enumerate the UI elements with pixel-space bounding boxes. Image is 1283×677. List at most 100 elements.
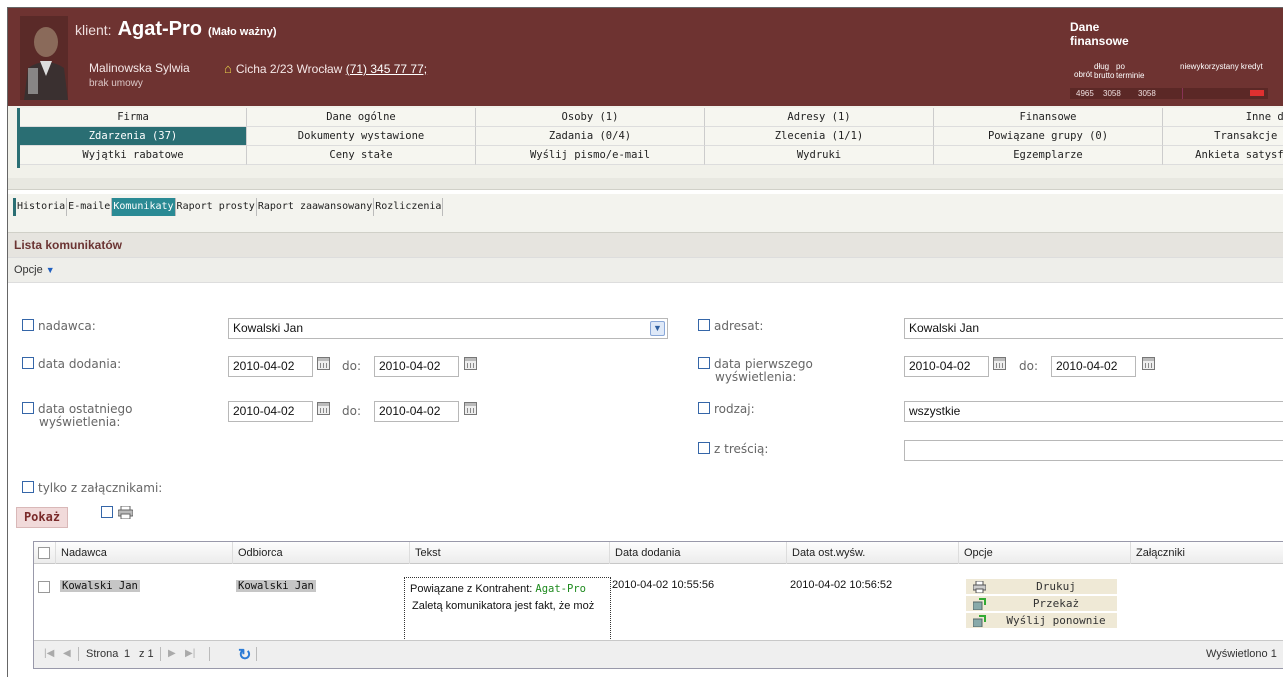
filter-data-ostatniego[interactable]: data ostatniego wyświetlenia: <box>22 402 132 429</box>
show-button[interactable]: Pokaż <box>16 507 68 528</box>
calendar-icon[interactable] <box>1142 357 1155 370</box>
nav-finansowe[interactable]: Finansowe <box>934 108 1163 127</box>
chevron-down-icon[interactable]: ▼ <box>650 321 665 336</box>
row-checkbox[interactable] <box>38 581 50 593</box>
data-pierwszego-from-input[interactable]: 2010-04-02 <box>904 356 989 377</box>
print-message-button[interactable]: Drukuj <box>966 579 1117 595</box>
finance-values: 4965 3058 3058 <box>1070 88 1268 99</box>
phone-link[interactable]: (71) 345 77 77; <box>346 62 427 76</box>
displayed-count: Wyświetlono 1 <box>1206 648 1277 660</box>
nav-wydruki[interactable]: Wydruki <box>705 146 934 165</box>
options-menu[interactable]: Opcje ▼ <box>8 257 1283 283</box>
tab-raport-prosty[interactable]: Raport prosty <box>176 198 257 216</box>
z-trescia-input[interactable] <box>904 440 1283 461</box>
nav-egzemplarze[interactable]: Egzemplarze <box>934 146 1163 165</box>
data-ostatniego-checkbox[interactable] <box>22 402 34 414</box>
nav-zadania[interactable]: Zadania (0/4) <box>476 127 705 146</box>
filter-data-dodania[interactable]: data dodania: <box>22 357 121 371</box>
first-page-icon[interactable]: |◀ <box>44 648 54 659</box>
filter-z-trescia[interactable]: z treścią: <box>698 442 768 456</box>
col-zalaczniki[interactable]: Załączniki <box>1131 542 1283 564</box>
data-dodania-from: 2010-04-02 <box>233 359 295 373</box>
tab-e-maile[interactable]: E-maile <box>67 198 113 216</box>
filter-data-pierwszego[interactable]: data pierwszego wyświetlenia: <box>698 357 813 384</box>
nadawca-select[interactable]: Kowalski Jan ▼ <box>228 318 668 339</box>
nav-dokumenty[interactable]: Dokumenty wystawione <box>247 127 476 146</box>
tekst-prefix: Powiązane z Kontrahent: <box>410 583 533 595</box>
col-nadawca[interactable]: Nadawca <box>56 542 233 564</box>
do-label: do: <box>342 359 362 373</box>
prev-page-icon[interactable]: ◀ <box>63 648 71 659</box>
resend-icon <box>973 615 986 627</box>
data-dodania-from-input[interactable]: 2010-04-02 <box>228 356 313 377</box>
filter-adresat[interactable]: adresat: <box>698 319 763 333</box>
client-name[interactable]: Agat-Pro <box>118 18 202 40</box>
adresat-input[interactable]: Kowalski Jan <box>904 318 1283 339</box>
calendar-icon[interactable] <box>317 357 330 370</box>
col-opcje[interactable]: Opcje <box>959 542 1131 564</box>
tab-komunikaty[interactable]: Komunikaty <box>112 198 176 216</box>
rodzaj-select[interactable]: wszystkie <box>904 401 1283 422</box>
nav-ankieta[interactable]: Ankieta satysfa <box>1163 146 1283 165</box>
nav-zlecenia[interactable]: Zlecenia (1/1) <box>705 127 934 146</box>
nav-inne-dane[interactable]: Inne da <box>1163 108 1283 127</box>
col-tekst[interactable]: Tekst <box>410 542 610 564</box>
nav-ceny-stale[interactable]: Ceny stałe <box>247 146 476 165</box>
calendar-icon[interactable] <box>464 357 477 370</box>
print-checkbox[interactable] <box>101 506 113 518</box>
zalaczniki-checkbox[interactable] <box>22 481 34 493</box>
col-odbiorca[interactable]: Odbiorca <box>233 542 410 564</box>
options-label[interactable]: Opcje <box>14 264 43 276</box>
rodzaj-checkbox[interactable] <box>698 402 710 414</box>
contract-status: brak umowy <box>89 78 143 89</box>
refresh-icon[interactable]: ↻ <box>238 645 251 665</box>
nav-powiazane-grupy[interactable]: Powiązane grupy (0) <box>934 127 1163 146</box>
next-page-icon[interactable]: ▶ <box>168 648 176 659</box>
data-dodania-checkbox[interactable] <box>22 357 34 369</box>
printer-icon[interactable] <box>118 506 133 519</box>
data-pierwszego-to-input[interactable]: 2010-04-02 <box>1051 356 1136 377</box>
messages-grid: Nadawca Odbiorca Tekst Data dodania Data… <box>33 541 1283 669</box>
row-odbiorca: Kowalski Jan <box>236 580 316 592</box>
col-data-dodania[interactable]: Data dodania <box>610 542 787 564</box>
row-nadawca: Kowalski Jan <box>60 580 140 592</box>
nav-dane-ogolne[interactable]: Dane ogólne <box>247 108 476 127</box>
nav-firma[interactable]: Firma <box>20 108 247 127</box>
nav-adresy[interactable]: Adresy (1) <box>705 108 934 127</box>
data-dodania-to-input[interactable]: 2010-04-02 <box>374 356 459 377</box>
nadawca-checkbox[interactable] <box>22 319 34 331</box>
caret-down-icon[interactable]: ▼ <box>46 265 55 275</box>
resend-message-button[interactable]: Wyślij ponownie <box>966 613 1117 629</box>
calendar-icon[interactable] <box>993 357 1006 370</box>
row-tekst[interactable]: Powiązane z Kontrahent: Agat-Pro Zaletą … <box>404 577 611 641</box>
filter-nadawca[interactable]: nadawca: <box>22 319 96 333</box>
last-page-icon[interactable]: ▶| <box>185 648 195 659</box>
home-icon: ⌂ <box>224 61 232 76</box>
col-data-ost[interactable]: Data ost.wyśw. <box>787 542 959 564</box>
adresat-checkbox[interactable] <box>698 319 710 331</box>
tab-rozliczenia[interactable]: Rozliczenia <box>374 198 444 216</box>
calendar-icon[interactable] <box>317 402 330 415</box>
nav-osoby[interactable]: Osoby (1) <box>476 108 705 127</box>
printer-icon <box>973 581 986 593</box>
tekst-link[interactable]: Agat-Pro <box>535 583 586 595</box>
data-ostatniego-to-input[interactable]: 2010-04-02 <box>374 401 459 422</box>
filter-rodzaj[interactable]: rodzaj: <box>698 402 755 416</box>
nav-wyjatki-rabatowe[interactable]: Wyjątki rabatowe <box>20 146 247 165</box>
z-trescia-checkbox[interactable] <box>698 442 710 454</box>
select-all-checkbox[interactable] <box>38 547 50 559</box>
nav-zdarzenia[interactable]: Zdarzenia (37) <box>20 127 247 146</box>
calendar-icon[interactable] <box>464 402 477 415</box>
filter-zalaczniki[interactable]: tylko z załącznikami: <box>22 481 162 495</box>
nav-transakcje[interactable]: Transakcje ( <box>1163 127 1283 146</box>
tab-raport-zaawansowany[interactable]: Raport zaawansowany <box>257 198 375 216</box>
nav-wyslij-pismo[interactable]: Wyślij pismo/e-mail <box>476 146 705 165</box>
select-all-cell[interactable] <box>34 542 56 564</box>
tab-historia[interactable]: Historia <box>16 198 68 216</box>
contact-person: Malinowska Sylwia <box>89 61 190 75</box>
forward-message-button[interactable]: Przekaż <box>966 596 1117 612</box>
data-ostatniego-from-input[interactable]: 2010-04-02 <box>228 401 313 422</box>
data-pierwszego-label-2: wyświetlenia: <box>715 370 797 384</box>
data-pierwszego-checkbox[interactable] <box>698 357 710 369</box>
page-input[interactable]: 1 <box>124 648 130 660</box>
